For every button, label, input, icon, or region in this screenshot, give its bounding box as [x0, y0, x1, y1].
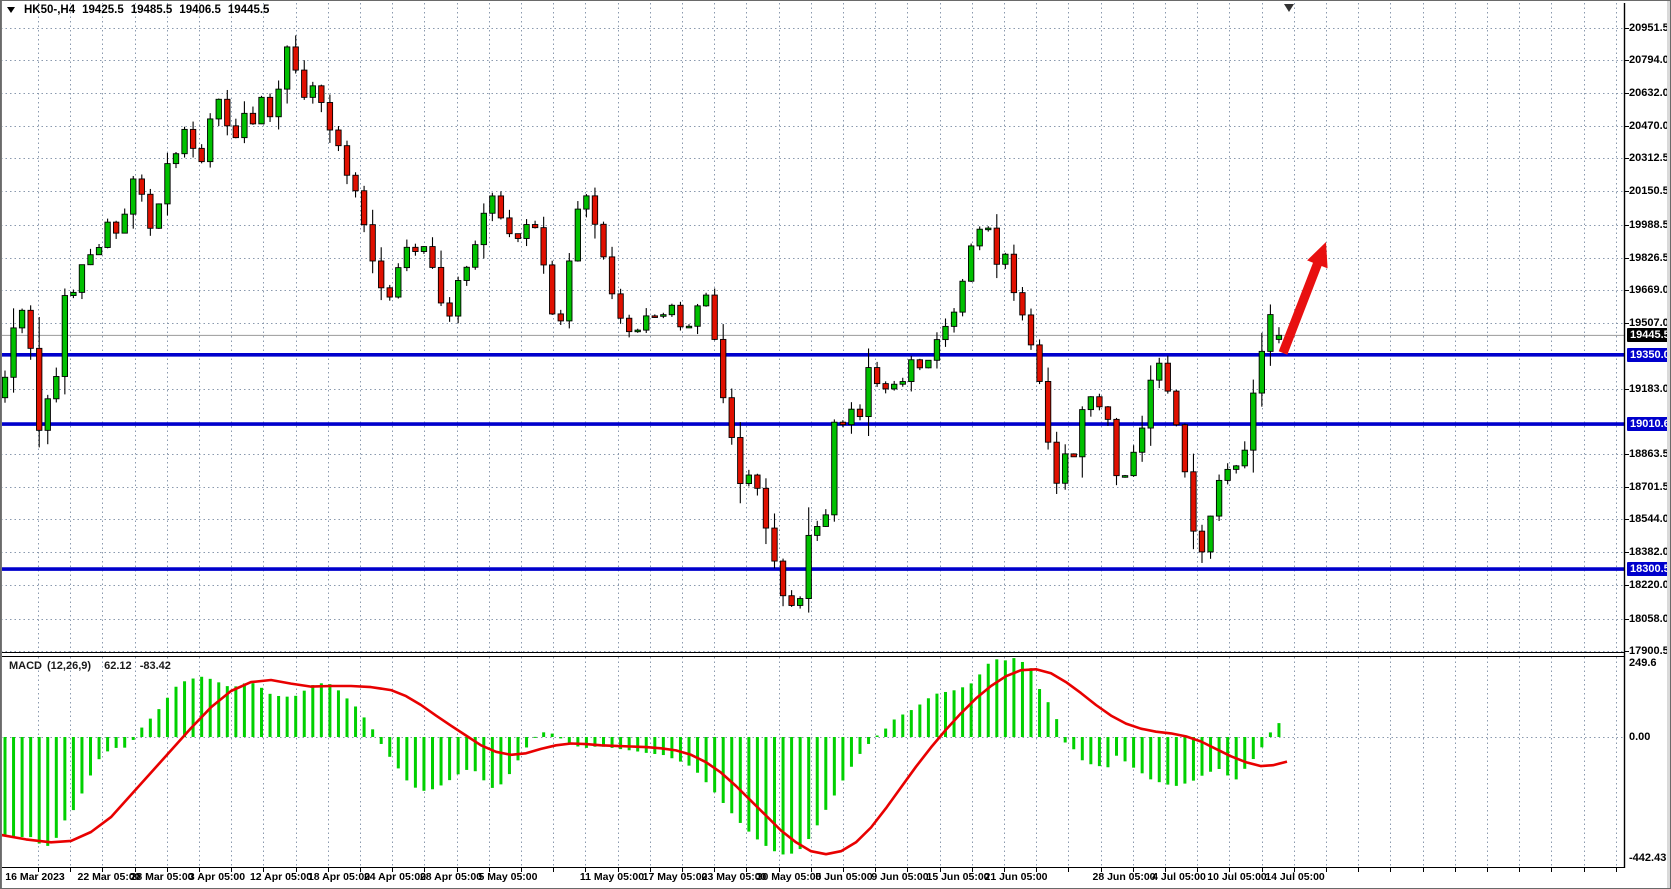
date-label: 11 May 05:00	[580, 871, 644, 883]
macd-histogram	[4, 658, 1281, 854]
macd-axis-label: 249.6	[1629, 656, 1671, 670]
macd-name: MACD(12,26,9)	[9, 660, 96, 672]
price-axis-label: 18058.0	[1629, 612, 1671, 626]
window-right-edge	[1667, 1, 1670, 889]
price-axis-label: 20794.0	[1629, 53, 1671, 67]
candles-layer	[2, 35, 1281, 612]
date-label: 28 Mar 05:00	[130, 871, 193, 883]
macd-signal-value: -83.42	[140, 660, 171, 672]
chart-shift-marker-icon	[1284, 4, 1294, 12]
trading-chart-window: { "title": { "symbol": "HK50-,H4", "open…	[0, 0, 1671, 889]
price-axis-label: 19669.0	[1629, 283, 1671, 297]
chart-canvas[interactable]	[1, 1, 1671, 889]
price-axis-label: 18701.5	[1629, 480, 1671, 494]
chart-dropdown-icon	[7, 7, 15, 13]
ohlc-low: 19406.5	[179, 4, 221, 16]
macd-axis-label: -442.43	[1629, 851, 1671, 865]
price-axis-label: 19826.5	[1629, 251, 1671, 265]
date-label: 18 Apr 05:00	[308, 871, 370, 883]
macd-value: 62.12	[104, 660, 132, 672]
chart-title-bar: HK50-,H4 19425.5 19485.5 19406.5 19445.5	[7, 4, 269, 16]
date-label: 3 Apr 05:00	[189, 871, 245, 883]
price-axis-label: 20632.0	[1629, 86, 1671, 100]
buy-arrow-annotation[interactable]	[1279, 242, 1328, 355]
macd-indicator-label: MACD(12,26,9) 62.12 -83.42	[9, 660, 176, 672]
price-axis-label: 18382.0	[1629, 545, 1671, 559]
date-label: 30 May 05:00	[757, 871, 822, 883]
date-label: 16 Mar 2023	[5, 871, 65, 883]
price-axis-label: 20470.0	[1629, 119, 1671, 133]
level-price-badge: 19010.6	[1627, 417, 1670, 431]
date-label: 5 May 05:00	[479, 871, 538, 883]
price-axis-label: 20150.5	[1629, 184, 1671, 198]
price-axis-label: 18863.5	[1629, 447, 1671, 461]
current-price-badge: 19445.5	[1627, 328, 1670, 342]
macd-axis-label: 0.00	[1629, 730, 1671, 744]
date-label: 10 Jul 05:00	[1207, 871, 1267, 883]
date-label: 9 Jun 05:00	[871, 871, 928, 883]
date-label: 17 May 05:00	[643, 871, 708, 883]
price-axis-label: 20951.5	[1629, 21, 1671, 35]
ohlc-open: 19425.5	[82, 4, 124, 16]
date-label: 21 Jun 05:00	[984, 871, 1047, 883]
price-axis-label: 19988.5	[1629, 218, 1671, 232]
date-label: 12 Apr 05:00	[250, 871, 312, 883]
date-label: 24 Apr 05:00	[364, 871, 426, 883]
ohlc-close: 19445.5	[228, 4, 270, 16]
date-label: 28 Apr 05:00	[420, 871, 482, 883]
date-label: 4 Jul 05:00	[1152, 871, 1206, 883]
price-axis-label: 18220.0	[1629, 578, 1671, 592]
price-axis-label: 18544.0	[1629, 512, 1671, 526]
price-axis-label: 19183.0	[1629, 382, 1671, 396]
level-price-badge: 18300.5	[1627, 562, 1670, 576]
date-label: 14 Jul 05:00	[1265, 871, 1325, 883]
level-price-badge: 19350.0	[1627, 348, 1670, 362]
ohlc-high: 19485.5	[131, 4, 173, 16]
symbol-period-label: HK50-,H4	[24, 4, 75, 16]
date-label: 5 Jun 05:00	[815, 871, 872, 883]
date-label: 28 Jun 05:00	[1092, 871, 1155, 883]
date-label: 15 Jun 05:00	[926, 871, 989, 883]
price-axis-label: 20312.5	[1629, 151, 1671, 165]
support-resistance-lines[interactable]	[1, 355, 1624, 569]
